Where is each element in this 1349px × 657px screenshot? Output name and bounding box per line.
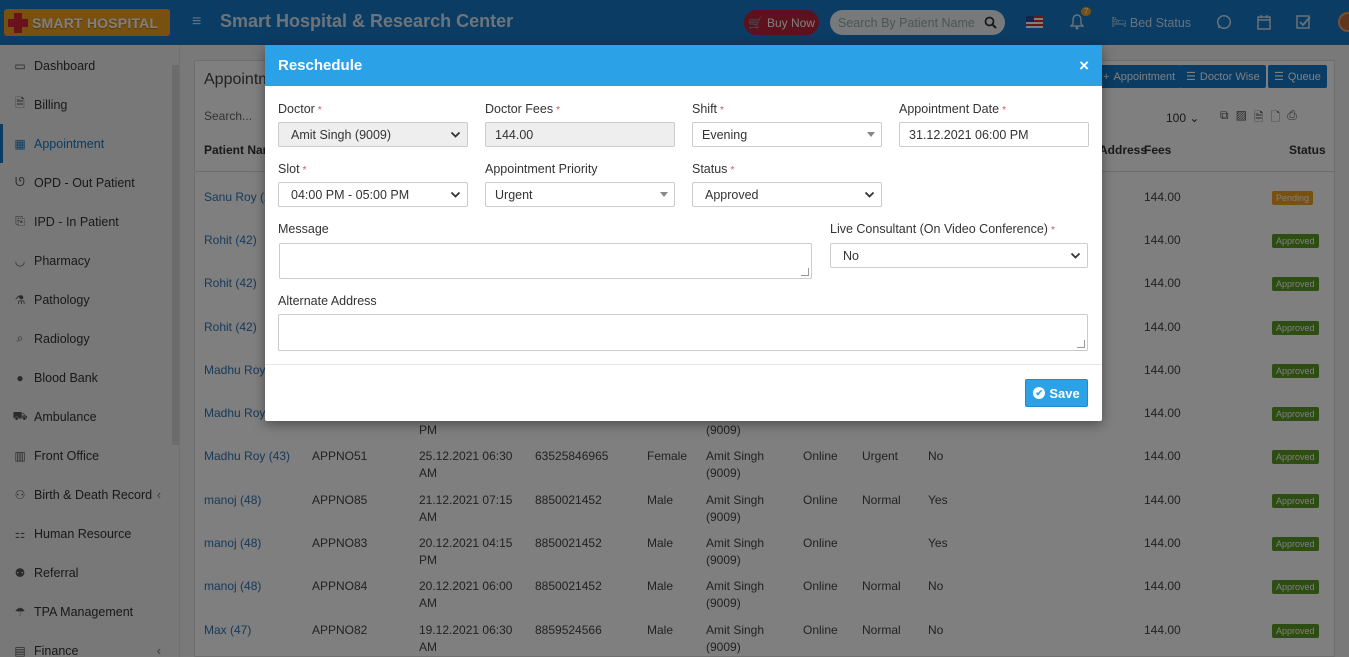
save-label: Save bbox=[1049, 385, 1080, 401]
chevron-down-icon bbox=[864, 191, 875, 198]
doctor-select[interactable]: Amit Singh (9009) bbox=[278, 122, 468, 147]
check-circle-icon: ✔ bbox=[1033, 387, 1046, 399]
close-icon[interactable]: × bbox=[1079, 56, 1089, 76]
caret-down-icon bbox=[867, 132, 875, 137]
appointment-date-label: Appointment Date * bbox=[899, 102, 1006, 116]
shift-select-value: Evening bbox=[702, 127, 748, 142]
live-consultant-select[interactable]: No bbox=[830, 243, 1088, 268]
alternate-address-textarea[interactable] bbox=[278, 314, 1088, 351]
doctor-fees-label: Doctor Fees * bbox=[485, 102, 560, 116]
doctor-label: Doctor * bbox=[278, 102, 322, 116]
slot-label: Slot * bbox=[278, 162, 307, 176]
save-button[interactable]: ✔ Save bbox=[1025, 379, 1088, 407]
modal-footer-divider bbox=[265, 364, 1102, 365]
message-textarea[interactable] bbox=[279, 243, 812, 279]
status-label: Status * bbox=[692, 162, 735, 176]
shift-label: Shift * bbox=[692, 102, 724, 116]
doctor-select-value: Amit Singh (9009) bbox=[291, 127, 392, 142]
shift-select[interactable]: Evening bbox=[692, 122, 882, 147]
priority-select[interactable]: Urgent bbox=[485, 182, 675, 207]
priority-select-value: Urgent bbox=[495, 187, 533, 202]
doctor-fees-value: 144.00 bbox=[495, 127, 534, 142]
caret-down-icon bbox=[660, 192, 668, 197]
chevron-down-icon bbox=[1070, 252, 1081, 259]
live-consultant-value: No bbox=[843, 248, 859, 263]
live-consultant-label: Live Consultant (On Video Conference) * bbox=[830, 222, 1055, 236]
chevron-down-icon bbox=[450, 131, 461, 138]
slot-select-value: 04:00 PM - 05:00 PM bbox=[291, 187, 410, 202]
alternate-address-label: Alternate Address bbox=[278, 294, 377, 308]
priority-label: Appointment Priority bbox=[485, 162, 598, 176]
doctor-fees-input[interactable]: 144.00 bbox=[485, 122, 675, 147]
status-select[interactable]: Approved bbox=[692, 182, 882, 207]
slot-select[interactable]: 04:00 PM - 05:00 PM bbox=[278, 182, 468, 207]
message-label: Message bbox=[278, 222, 329, 236]
reschedule-modal: Reschedule × Doctor * Amit Singh (9009) D… bbox=[265, 45, 1102, 421]
appointment-date-value: 31.12.2021 06:00 PM bbox=[909, 127, 1029, 142]
appointment-date-input[interactable]: 31.12.2021 06:00 PM bbox=[899, 122, 1089, 147]
status-select-value: Approved bbox=[705, 187, 759, 202]
modal-title: Reschedule bbox=[278, 57, 363, 74]
chevron-down-icon bbox=[450, 191, 461, 198]
modal-header: Reschedule × bbox=[265, 45, 1102, 86]
